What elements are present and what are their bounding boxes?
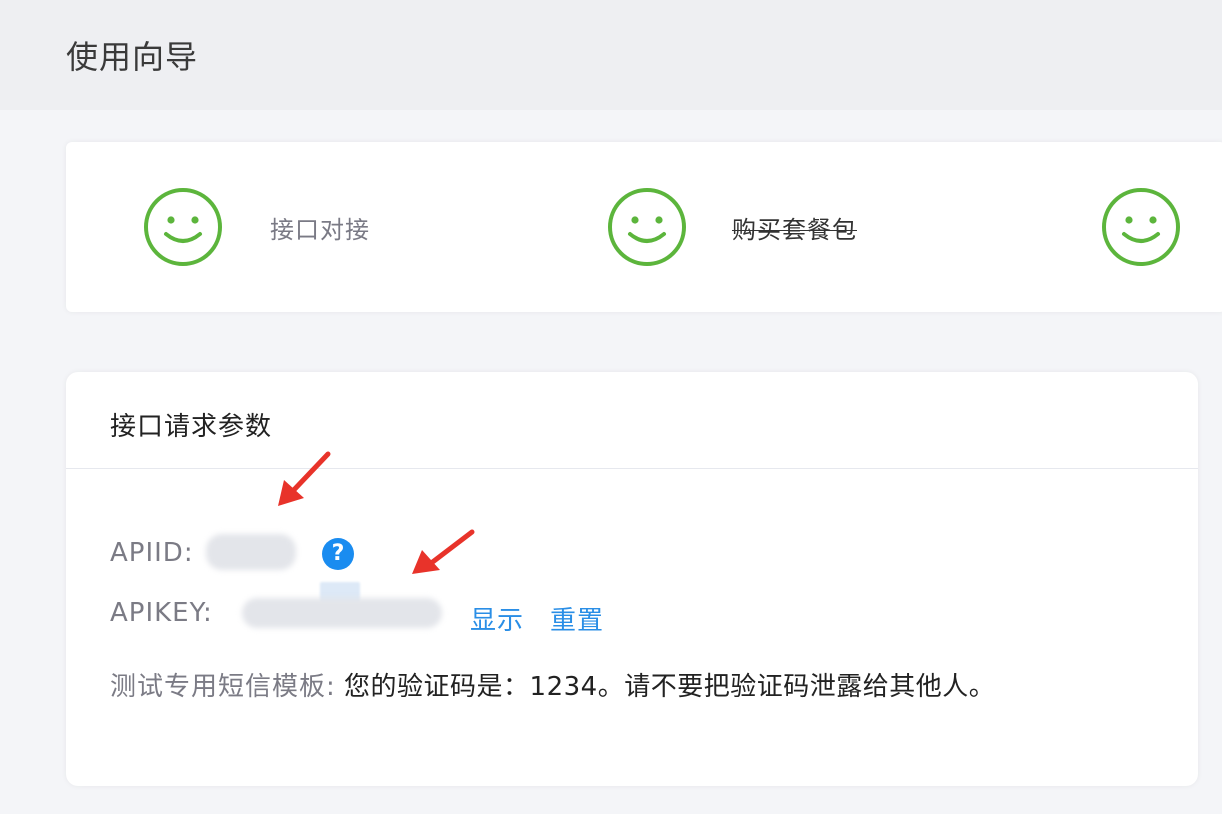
smiley-icon — [144, 188, 222, 266]
show-apikey-link[interactable]: 显示 — [470, 600, 524, 637]
smiley-icon — [1102, 188, 1180, 266]
question-circle-icon[interactable]: ? — [322, 538, 354, 570]
page-title: 使用向导 — [66, 38, 199, 76]
apikey-row: APIKEY: — [110, 598, 213, 628]
reset-apikey-link[interactable]: 重置 — [550, 600, 604, 637]
page-header: 使用向导 — [0, 0, 1222, 110]
api-params-card: 接口请求参数 APIID: ? APIKEY: 显示 重置 测试专用短信模板: … — [66, 372, 1198, 786]
sms-template-row: 测试专用短信模板: 您的验证码是：1234。请不要把验证码泄露给其他人。 — [110, 666, 995, 703]
card-divider — [66, 468, 1198, 469]
apiid-value-redacted — [206, 534, 296, 570]
sms-template-value: 您的验证码是：1234。请不要把验证码泄露给其他人。 — [344, 672, 996, 702]
page: 使用向导 接口对接 购买套餐包 接口请求参数 APIID: ? APIKEY: … — [0, 0, 1222, 814]
red-arrow-icon — [278, 451, 331, 506]
step-label: 接口对接 — [270, 216, 370, 244]
red-arrow-icon — [412, 529, 475, 574]
steps-card: 接口对接 购买套餐包 — [66, 142, 1222, 312]
apikey-value-redacted — [242, 598, 442, 628]
apikey-label: APIKEY: — [110, 598, 213, 628]
step-label: 购买套餐包 — [732, 216, 857, 244]
smiley-icon — [608, 188, 686, 266]
sms-template-label: 测试专用短信模板: — [110, 672, 336, 702]
params-card-title: 接口请求参数 — [110, 412, 273, 442]
apiid-row: APIID: — [110, 538, 194, 568]
apiid-label: APIID: — [110, 538, 194, 568]
